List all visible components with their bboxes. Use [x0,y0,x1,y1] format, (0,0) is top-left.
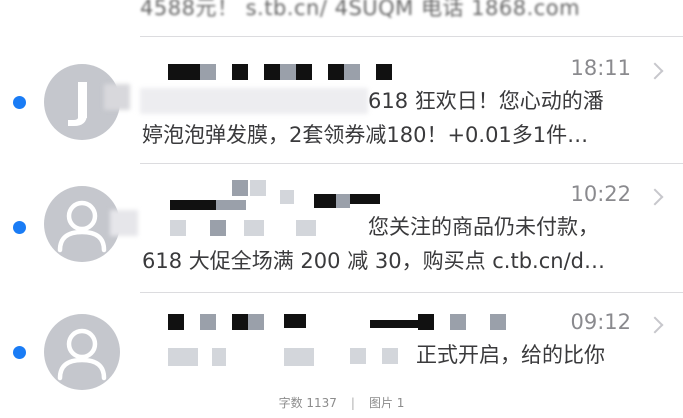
message-row[interactable]: 18:11 618 狂欢日！您心动的潘 婷泡泡弹发膜，2套领券减180！+0.0… [0,40,683,160]
caption-divider: | [350,396,355,410]
word-count: 字数 1137 [278,396,337,410]
preview-line-1: 您关注的商品仍未付款， [368,215,599,239]
list-separator [140,36,683,37]
unread-dot-icon [13,96,26,109]
person-avatar-icon[interactable] [44,314,120,390]
sender-name-redacted [150,314,506,366]
redaction-block [110,210,138,236]
message-preview: 618 狂欢日！您心动的潘 婷泡泡弹发膜，2套领券减180！+0.01多1件… [142,84,647,152]
list-separator [140,163,683,164]
message-row[interactable]: 09:12 正式开启，给的比你 [0,300,683,392]
image-count: 图片 1 [368,396,405,410]
sender-name-redacted [150,180,450,236]
preview-line-2: 婷泡泡弹发膜，2套领券减180！+0.01多1件… [142,123,589,147]
message-time: 10:22 [570,182,631,206]
chevron-right-icon [646,188,664,206]
message-preview: 您关注的商品仍未付款， 618 大促全场满 200 减 30，购买点 c.tb.… [142,210,647,278]
chevron-right-icon [646,62,664,80]
preview-line-1: 正式开启，给的比你 [416,343,605,367]
list-separator [140,292,683,293]
person-avatar-icon[interactable] [44,186,120,262]
previous-message-snippet: 4588元！ s.tb.cn/ 4SUQM 电话 1868.com [140,0,581,20]
unread-dot-icon [13,221,26,234]
redaction-block [104,84,130,110]
message-time: 18:11 [570,56,631,80]
message-list-screen: 4588元！ s.tb.cn/ 4SUQM 电话 1868.com 18:11 [0,0,683,392]
preview-line-2: 618 大促全场满 200 减 30，购买点 c.tb.cn/d… [142,249,605,273]
image-caption-bar: 字数 1137 | 图片 1 [0,392,683,418]
unread-dot-icon [13,346,26,359]
preview-line-1: 618 狂欢日！您心动的潘 [368,89,604,113]
chevron-right-icon [646,316,664,334]
message-time: 09:12 [570,310,631,334]
message-preview: 正式开启，给的比你 [142,338,647,372]
message-row[interactable]: 10:22 您关注的商品仍未付款， 618 大促全场满 200 减 30，购买点… [0,170,683,290]
